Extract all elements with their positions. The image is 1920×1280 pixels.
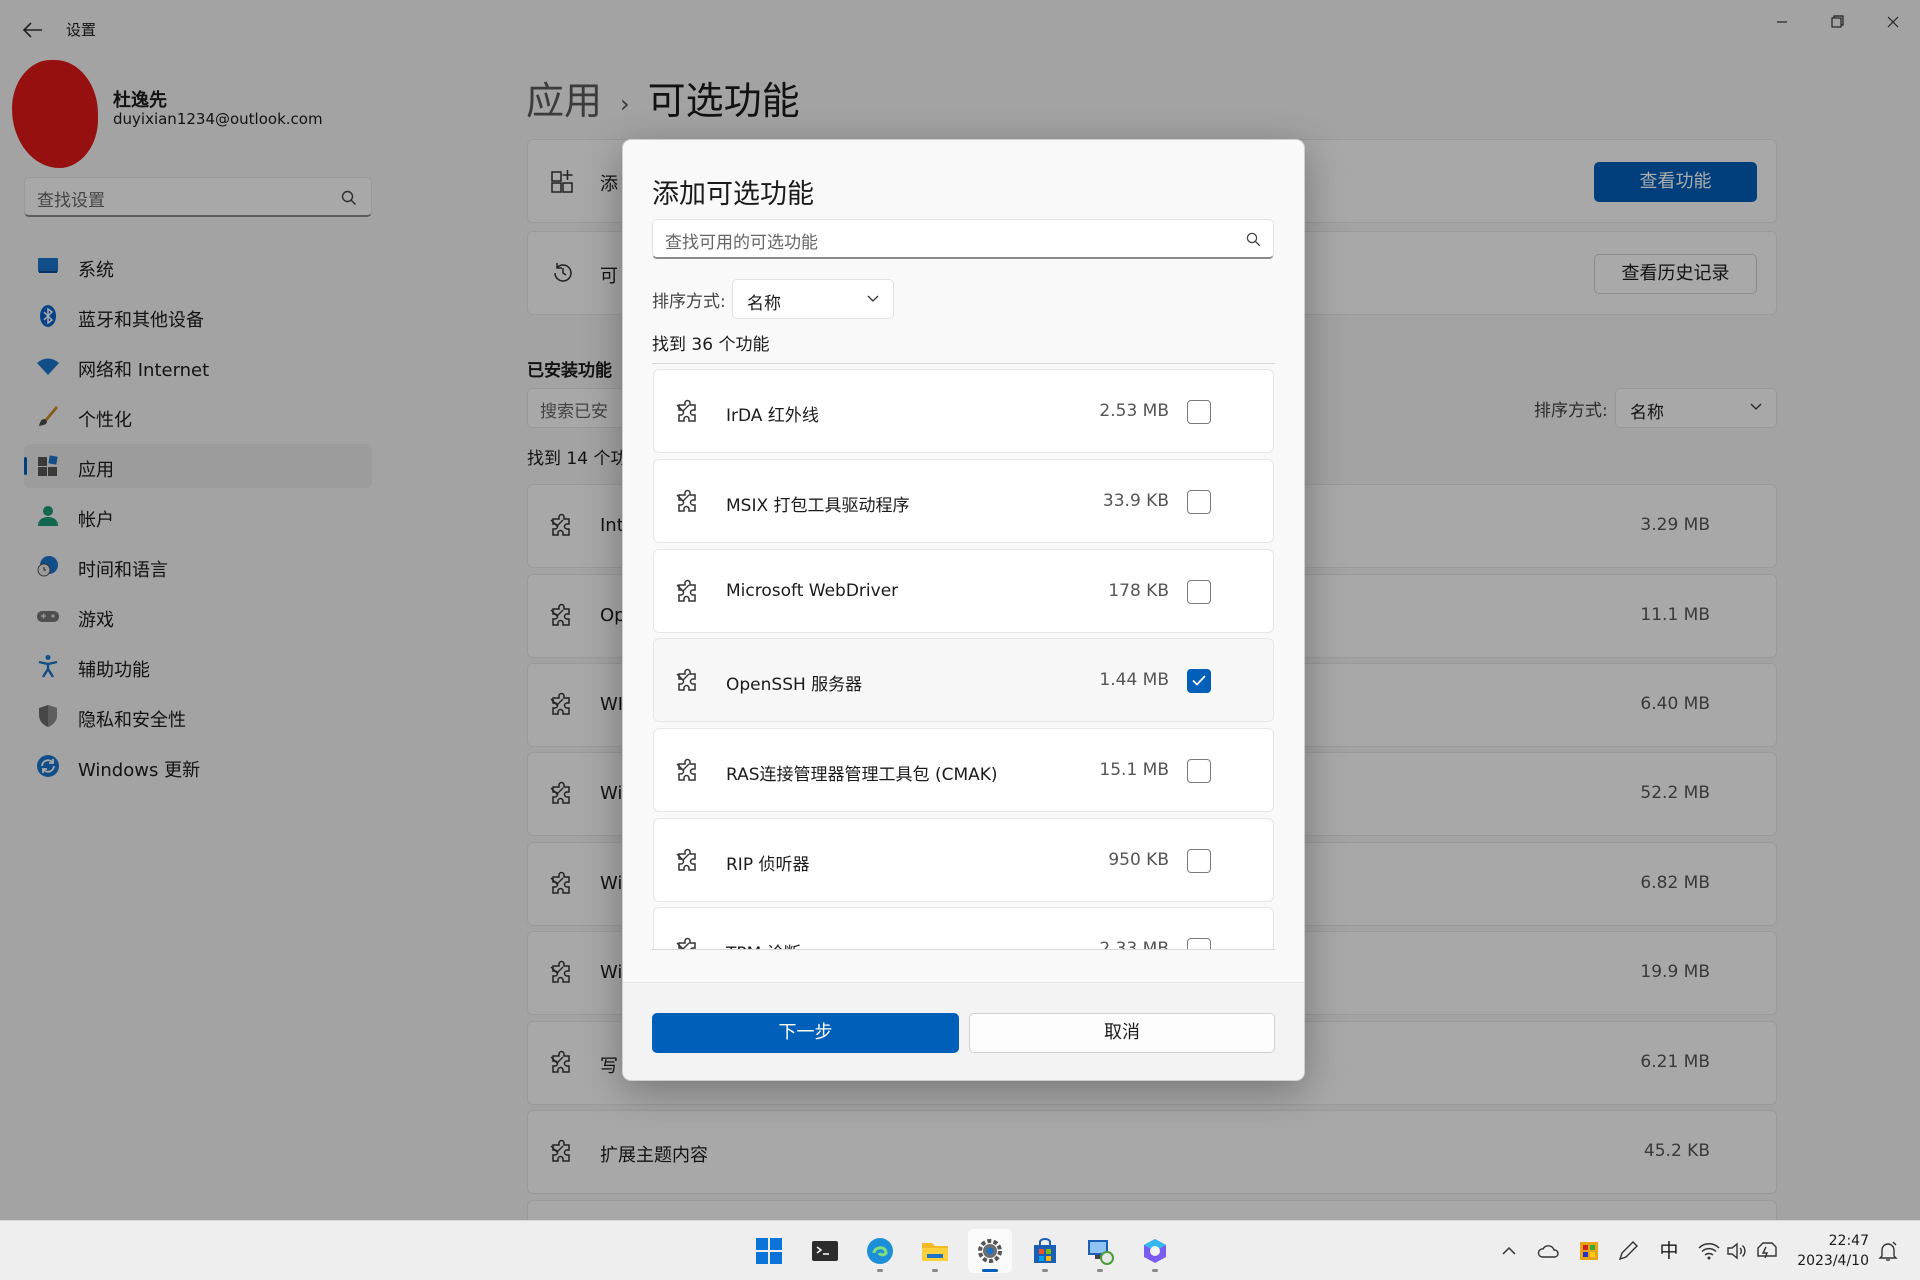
taskbar-remote-desktop[interactable] xyxy=(1078,1229,1122,1273)
running-indicator xyxy=(1097,1269,1103,1272)
battery-icon[interactable] xyxy=(1755,1239,1779,1263)
taskbar: 中 22:47 2023/4/10 xyxy=(0,1220,1920,1280)
taskbar-start[interactable] xyxy=(747,1229,791,1273)
available-feature-list[interactable]: IrDA 红外线 2.53 MB MSIX 打包工具驱动程序 33.9 KB M… xyxy=(652,363,1275,950)
running-indicator xyxy=(932,1269,938,1272)
settings-window: 设置 杜逸先 duyixian1234@outlook.com 查找设置 系统 … xyxy=(0,0,1920,1220)
taskbar-edge[interactable] xyxy=(858,1229,902,1273)
running-indicator xyxy=(877,1269,883,1272)
available-feature-row[interactable]: OpenSSH 服务器 1.44 MB xyxy=(653,638,1274,722)
taskbar-copilot[interactable] xyxy=(1133,1229,1177,1273)
chevron-down-icon xyxy=(867,295,879,303)
edge-icon xyxy=(867,1238,893,1264)
chevron-up-icon[interactable] xyxy=(1497,1239,1521,1263)
available-feature-row[interactable]: TPM 诊断 2.33 MB xyxy=(653,907,1274,949)
available-feature-row[interactable]: MSIX 打包工具驱动程序 33.9 KB xyxy=(653,459,1274,543)
available-feature-row[interactable]: Microsoft WebDriver 178 KB xyxy=(653,549,1274,633)
dialog-sort-value: 名称 xyxy=(747,294,781,314)
chevron-down-icon[interactable] xyxy=(676,853,1251,862)
dialog-sort-label: 排序方式: xyxy=(652,292,726,312)
clock[interactable]: 22:47 2023/4/10 xyxy=(1797,1231,1869,1271)
start-icon xyxy=(756,1238,782,1264)
taskbar-store[interactable] xyxy=(1023,1229,1067,1273)
ime-indicator[interactable]: 中 xyxy=(1657,1239,1681,1263)
available-feature-row[interactable]: RAS连接管理器管理工具包 (CMAK) 15.1 MB xyxy=(653,728,1274,812)
taskbar-file-explorer[interactable] xyxy=(913,1229,957,1273)
taskbar-terminal[interactable] xyxy=(803,1229,847,1273)
notification-bell-icon[interactable] xyxy=(1876,1239,1900,1263)
add-optional-feature-dialog: 添加可选功能 查找可用的可选功能 排序方式: 名称 找到 36 个功能 IrDA… xyxy=(622,139,1305,1081)
clock-time: 22:47 xyxy=(1828,1233,1869,1249)
chevron-down-icon[interactable] xyxy=(676,584,1251,593)
wifi-icon[interactable] xyxy=(1697,1239,1721,1263)
chevron-down-icon[interactable] xyxy=(676,494,1251,503)
running-indicator xyxy=(1152,1269,1158,1272)
feature-search-placeholder: 查找可用的可选功能 xyxy=(665,233,818,253)
dialog-title: 添加可选功能 xyxy=(652,179,814,210)
terminal-icon xyxy=(812,1241,838,1261)
file-explorer-icon xyxy=(922,1243,948,1261)
volume-icon[interactable] xyxy=(1725,1239,1749,1263)
office-icon[interactable] xyxy=(1577,1239,1601,1263)
taskbar-settings[interactable] xyxy=(968,1229,1012,1273)
dialog-sort-dropdown[interactable]: 名称 xyxy=(732,279,894,319)
running-indicator xyxy=(1042,1269,1048,1272)
search-icon xyxy=(1246,232,1261,247)
chevron-down-icon[interactable] xyxy=(676,942,1251,949)
cancel-button[interactable]: 取消 xyxy=(969,1013,1275,1053)
settings-icon xyxy=(978,1239,1002,1263)
chevron-down-icon[interactable] xyxy=(676,404,1251,413)
feature-search-input[interactable]: 查找可用的可选功能 xyxy=(652,219,1274,259)
dialog-found-count: 找到 36 个功能 xyxy=(652,335,770,355)
active-indicator xyxy=(982,1269,998,1272)
available-feature-row[interactable]: IrDA 红外线 2.53 MB xyxy=(653,369,1274,453)
pen-icon[interactable] xyxy=(1616,1239,1640,1263)
clock-date: 2023/4/10 xyxy=(1797,1253,1869,1269)
chevron-down-icon[interactable] xyxy=(676,763,1251,772)
dialog-footer: 下一步 取消 xyxy=(623,982,1304,1080)
copilot-icon xyxy=(1144,1239,1166,1263)
chevron-down-icon[interactable] xyxy=(676,673,1251,682)
remote-desktop-icon xyxy=(1088,1240,1114,1265)
onedrive-icon[interactable] xyxy=(1537,1239,1561,1263)
available-feature-row[interactable]: RIP 侦听器 950 KB xyxy=(653,818,1274,902)
store-icon xyxy=(1034,1238,1056,1263)
next-button[interactable]: 下一步 xyxy=(652,1013,959,1053)
